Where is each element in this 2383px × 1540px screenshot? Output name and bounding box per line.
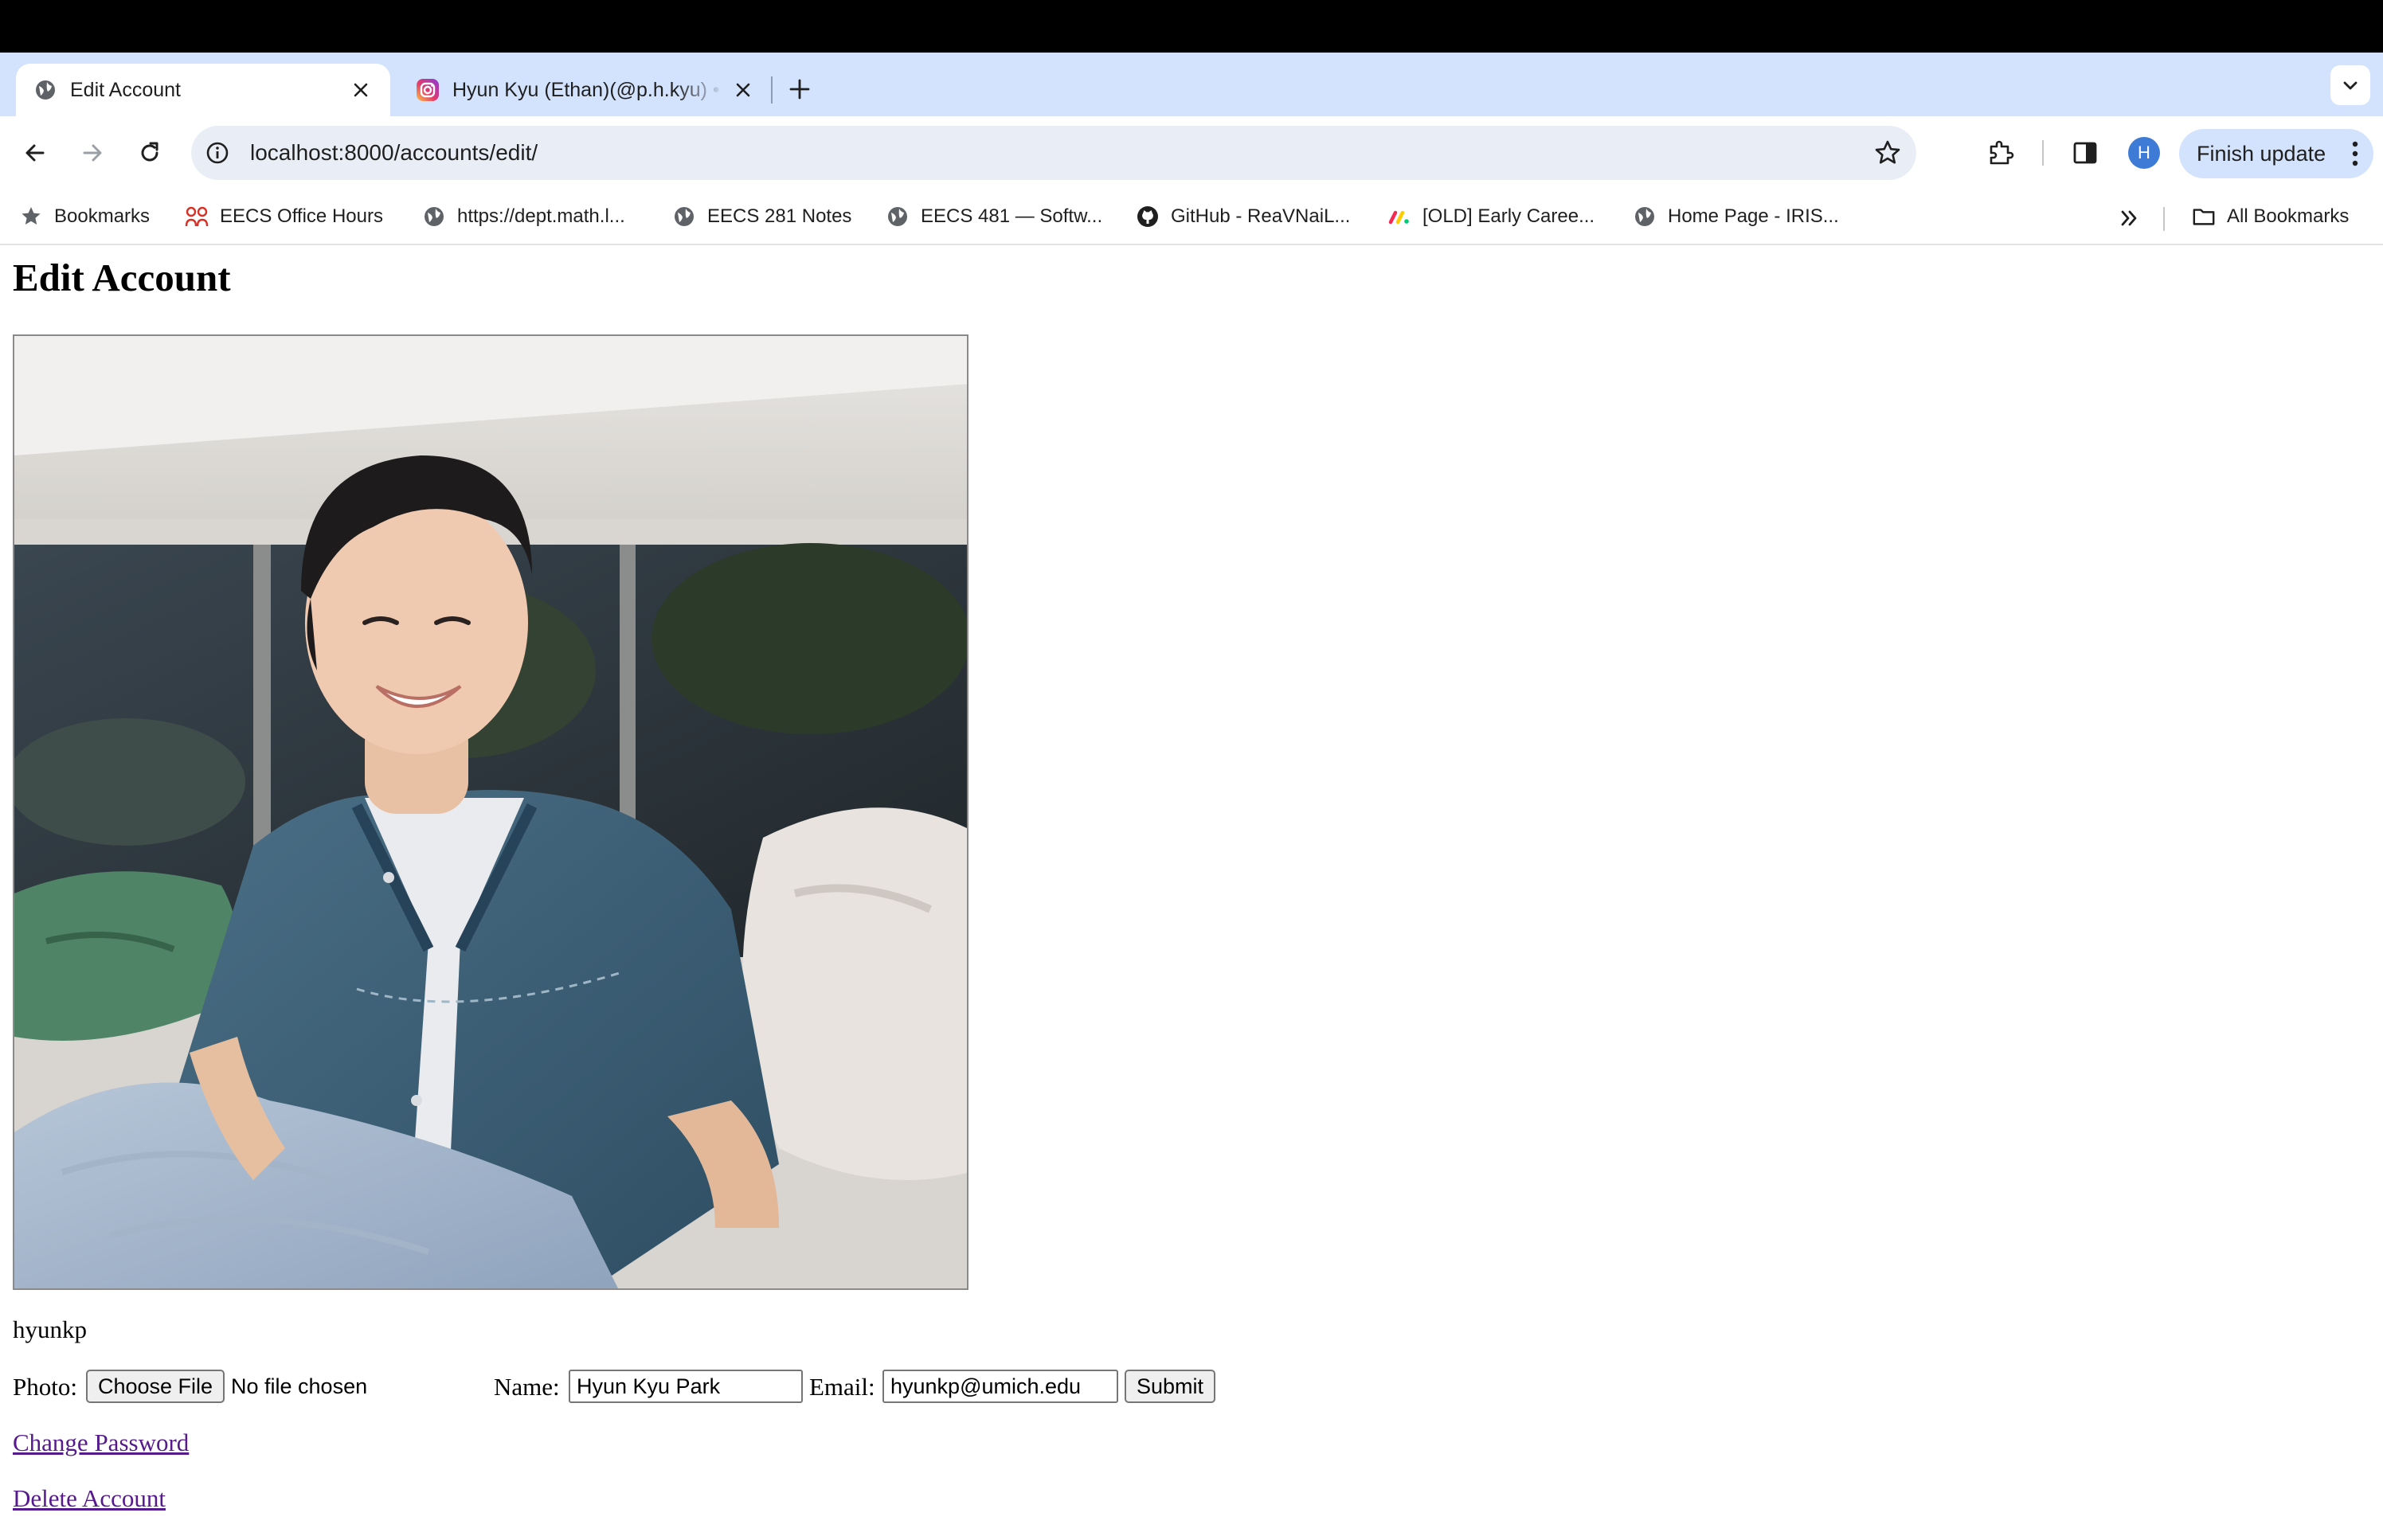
profile-photo-image xyxy=(14,336,967,1288)
chevron-down-icon xyxy=(2343,81,2358,90)
change-password-link[interactable]: Change Password xyxy=(13,1429,189,1457)
tab-separator xyxy=(771,76,773,104)
double-chevron-right-icon xyxy=(2121,210,2137,226)
finish-update-label: Finish update xyxy=(2197,141,2326,166)
bookmark-eecs-office-hours[interactable]: EECS Office Hours xyxy=(185,202,383,231)
tab-title: Edit Account xyxy=(70,78,181,101)
bookmark-label: GitHub - ReaVNaiL... xyxy=(1171,205,1351,227)
bookmark-eecs-281-notes[interactable]: EECS 281 Notes xyxy=(672,202,851,231)
delete-account-link[interactable]: Delete Account xyxy=(13,1484,166,1513)
reload-button[interactable] xyxy=(131,134,169,172)
email-input[interactable] xyxy=(882,1370,1118,1403)
profile-avatar[interactable]: H xyxy=(2128,137,2160,169)
new-tab-button[interactable] xyxy=(784,73,816,105)
plus-icon xyxy=(789,79,810,100)
finish-update-button[interactable]: Finish update xyxy=(2179,129,2373,178)
globe-icon xyxy=(33,78,57,102)
no-file-chosen-text: No file chosen xyxy=(231,1374,368,1398)
address-bar[interactable]: localhost:8000/accounts/edit/ xyxy=(191,126,1916,180)
bookmark-eecs-481[interactable]: EECS 481 — Softw... xyxy=(886,202,1102,231)
more-vert-icon xyxy=(2352,141,2358,166)
tab-title: Hyun Kyu (Ethan)(@p.h.kyu) • Instagram xyxy=(452,78,723,101)
bookmark-github[interactable]: GitHub - ReaVNaiL... xyxy=(1136,202,1350,231)
close-icon[interactable] xyxy=(349,78,373,102)
folder-icon xyxy=(2192,205,2216,229)
profile-photo xyxy=(13,334,968,1290)
back-arrow-icon xyxy=(25,144,45,162)
username-text: hyunkp xyxy=(13,1315,87,1343)
forward-button[interactable] xyxy=(73,134,112,172)
bookmarks-bar: Bookmarks EECS Office Hours https://dept… xyxy=(0,190,2383,245)
side-panel-button[interactable] xyxy=(2068,135,2103,170)
site-info-icon[interactable] xyxy=(205,141,229,165)
bookmark-iris[interactable]: Home Page - IRIS... xyxy=(1633,202,1839,231)
close-icon[interactable] xyxy=(731,78,755,102)
extensions-button[interactable] xyxy=(1983,135,2018,170)
bookmark-label: https://dept.math.l... xyxy=(457,205,625,227)
more-bookmarks-button[interactable] xyxy=(2115,204,2144,233)
all-bookmarks-label: All Bookmarks xyxy=(2227,205,2350,227)
forward-arrow-icon xyxy=(83,144,102,162)
monday-icon xyxy=(1387,205,1411,229)
choose-file-button[interactable]: Choose File xyxy=(86,1370,225,1403)
browser-toolbar: localhost:8000/accounts/edit/ H Finish u… xyxy=(0,116,2383,190)
name-label: Name: xyxy=(494,1373,560,1401)
back-button[interactable] xyxy=(16,134,54,172)
toolbar-divider xyxy=(2042,140,2044,166)
url-text[interactable]: localhost:8000/accounts/edit/ xyxy=(250,140,538,166)
edit-account-form: Photo: Choose File No file chosen Name: … xyxy=(13,1368,1255,1406)
system-top-bar xyxy=(0,0,2383,53)
star-icon xyxy=(19,205,43,229)
bookmark-star-icon[interactable] xyxy=(1873,139,1902,167)
bookmark-label: Home Page - IRIS... xyxy=(1668,205,1839,227)
email-label: Email: xyxy=(809,1373,875,1401)
side-panel-icon xyxy=(2073,142,2097,164)
bookmark-bookmarks[interactable]: Bookmarks xyxy=(19,202,150,231)
bookmark-label: EECS Office Hours xyxy=(220,205,383,227)
page-title: Edit Account xyxy=(13,256,231,299)
tab-edit-account[interactable]: Edit Account xyxy=(16,64,390,116)
name-input[interactable] xyxy=(569,1370,803,1403)
office-hours-icon xyxy=(185,205,209,229)
globe-icon xyxy=(886,205,910,229)
bookmarks-divider xyxy=(2163,207,2165,231)
bookmark-label: [OLD] Early Caree... xyxy=(1422,205,1595,227)
submit-button[interactable]: Submit xyxy=(1125,1370,1215,1403)
bookmark-label: EECS 281 Notes xyxy=(707,205,852,227)
bookmark-dept-math[interactable]: https://dept.math.l... xyxy=(422,202,625,231)
bookmark-early-career[interactable]: [OLD] Early Caree... xyxy=(1387,202,1595,231)
globe-icon xyxy=(422,205,446,229)
bookmark-label: EECS 481 — Softw... xyxy=(921,205,1103,227)
instagram-icon xyxy=(416,78,440,102)
reload-icon xyxy=(141,142,158,162)
tab-instagram[interactable]: Hyun Kyu (Ethan)(@p.h.kyu) • Instagram xyxy=(398,64,773,116)
all-bookmarks-button[interactable]: All Bookmarks xyxy=(2192,202,2349,231)
puzzle-icon xyxy=(1990,140,2014,165)
bookmark-label: Bookmarks xyxy=(54,205,151,227)
tab-search-button[interactable] xyxy=(2330,65,2370,105)
page-content: Edit Account hyunkp Photo: Choose File N… xyxy=(0,247,2383,1540)
photo-label: Photo: xyxy=(13,1373,77,1401)
github-icon xyxy=(1136,205,1160,229)
globe-icon xyxy=(672,205,696,229)
tab-strip: Edit Account Hyun Kyu (Ethan)(@p.h.kyu) … xyxy=(0,53,2383,116)
globe-icon xyxy=(1633,205,1657,229)
